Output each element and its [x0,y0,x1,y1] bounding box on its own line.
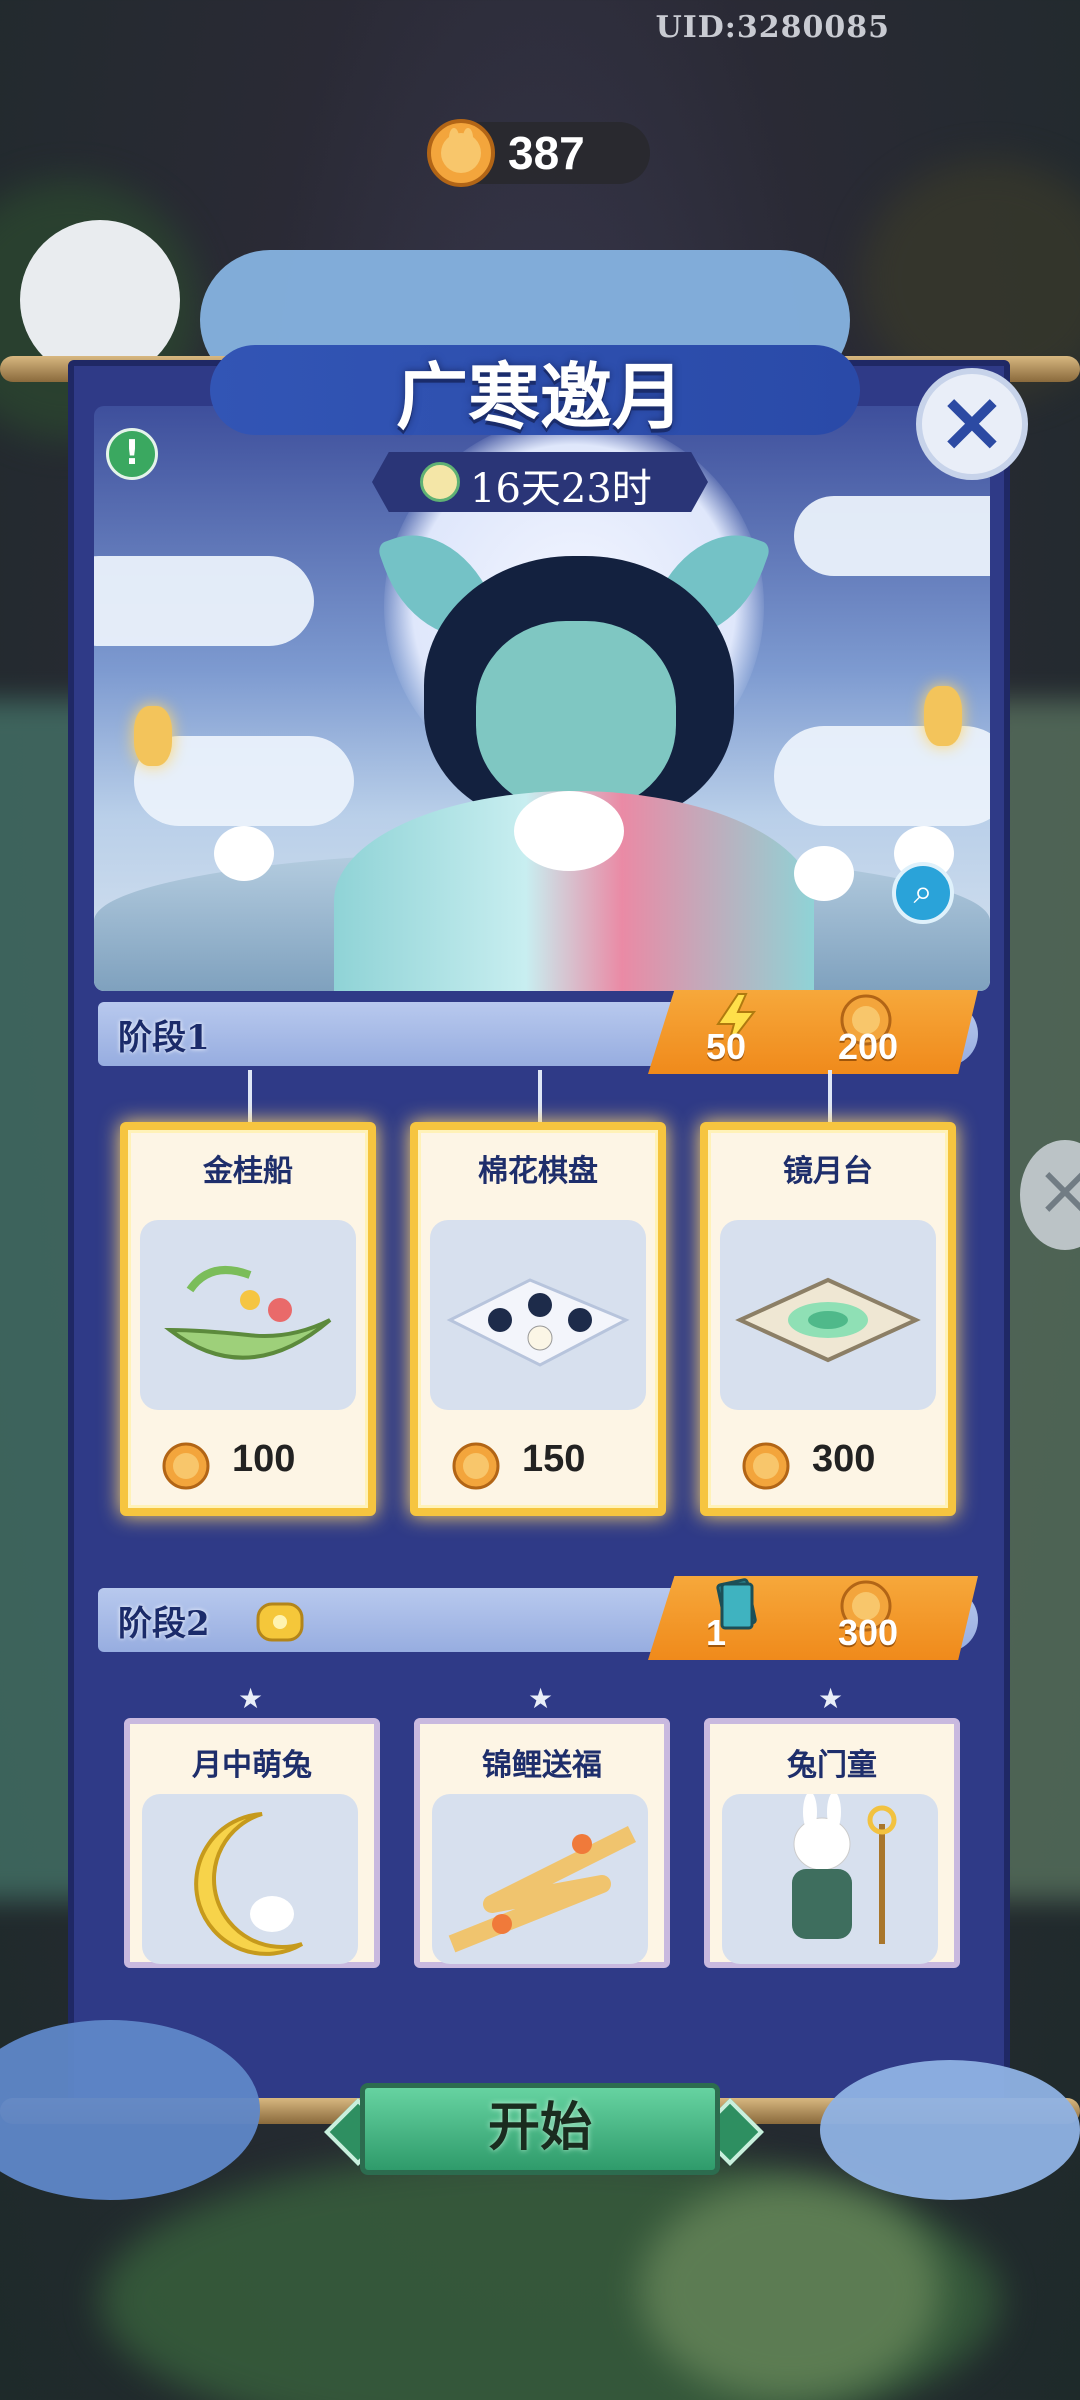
stage-1-bar: 阶段1 50 200 [98,990,978,1074]
item-name: 金桂船 [203,1154,293,1189]
star-icon: ★ [818,1682,844,1715]
item-name: 镜月台 [783,1154,873,1189]
mooncake-coin-icon [427,119,495,187]
stage-2-rewards: 1 300 [648,1576,978,1660]
item-price: 100 [232,1438,296,1480]
item-card[interactable]: 锦鲤送福 [414,1718,670,1968]
item-card[interactable]: 镜月台 300 [700,1122,956,1516]
item-name: 棉花棋盘 [478,1154,598,1189]
zoom-button[interactable]: ⌕ [892,862,954,924]
star-icon: ★ [238,1682,264,1715]
item-card[interactable]: 棉花棋盘 150 [410,1122,666,1516]
mooncake-coin-icon [452,1442,500,1490]
item-card[interactable]: 金桂船 100 [120,1122,376,1516]
mooncake-coin-icon [742,1442,790,1490]
reward-value: 200 [838,1026,899,1067]
item-name: 锦鲤送福 [482,1748,602,1783]
stage-2-bar: 阶段2 1 300 [98,1576,978,1660]
close-button[interactable]: × [916,368,1028,480]
star-icon: ★ [528,1682,554,1715]
search-icon: ⌕ [913,872,933,912]
treasure-pouch-icon [256,1602,304,1642]
reward-value: 300 [838,1612,899,1653]
currency-display: 387 [427,119,650,187]
item-art-moon-mirror-platform [720,1220,936,1410]
item-art-rabbit-doorman [722,1794,938,1964]
stage-label: 阶段2 [118,1604,210,1644]
stage-1-rewards: 50 200 [648,990,978,1074]
item-art-moon-bunny [142,1794,358,1964]
item-name: 月中萌兔 [192,1748,312,1783]
bunny-icon [514,791,624,871]
item-price: 300 [812,1438,876,1480]
mooncake-coin-icon [162,1442,210,1490]
start-button[interactable]: 开始 [360,2083,720,2175]
close-icon: × [936,372,1008,470]
bunny-cloud-decoration [820,2060,1080,2200]
currency-value: 387 [508,127,585,179]
item-art-koi-bridge [432,1794,648,1964]
user-id: UID:3280085 [655,10,890,45]
item-card[interactable]: 月中萌兔 [124,1718,380,1968]
event-timer: 16天23时 [372,452,708,512]
reward-value: 50 [706,1026,747,1067]
item-name: 兔门童 [787,1748,877,1783]
item-art-cotton-chessboard [430,1220,646,1410]
info-button[interactable]: ! [106,428,158,480]
item-art-golden-boat [140,1220,356,1410]
item-card[interactable]: 兔门童 [704,1718,960,1968]
timer-text: 16天23时 [470,466,652,512]
stage-label: 阶段1 [118,1018,210,1058]
clock-icon [420,462,460,502]
reward-value: 1 [706,1612,727,1653]
item-price: 150 [522,1438,586,1480]
